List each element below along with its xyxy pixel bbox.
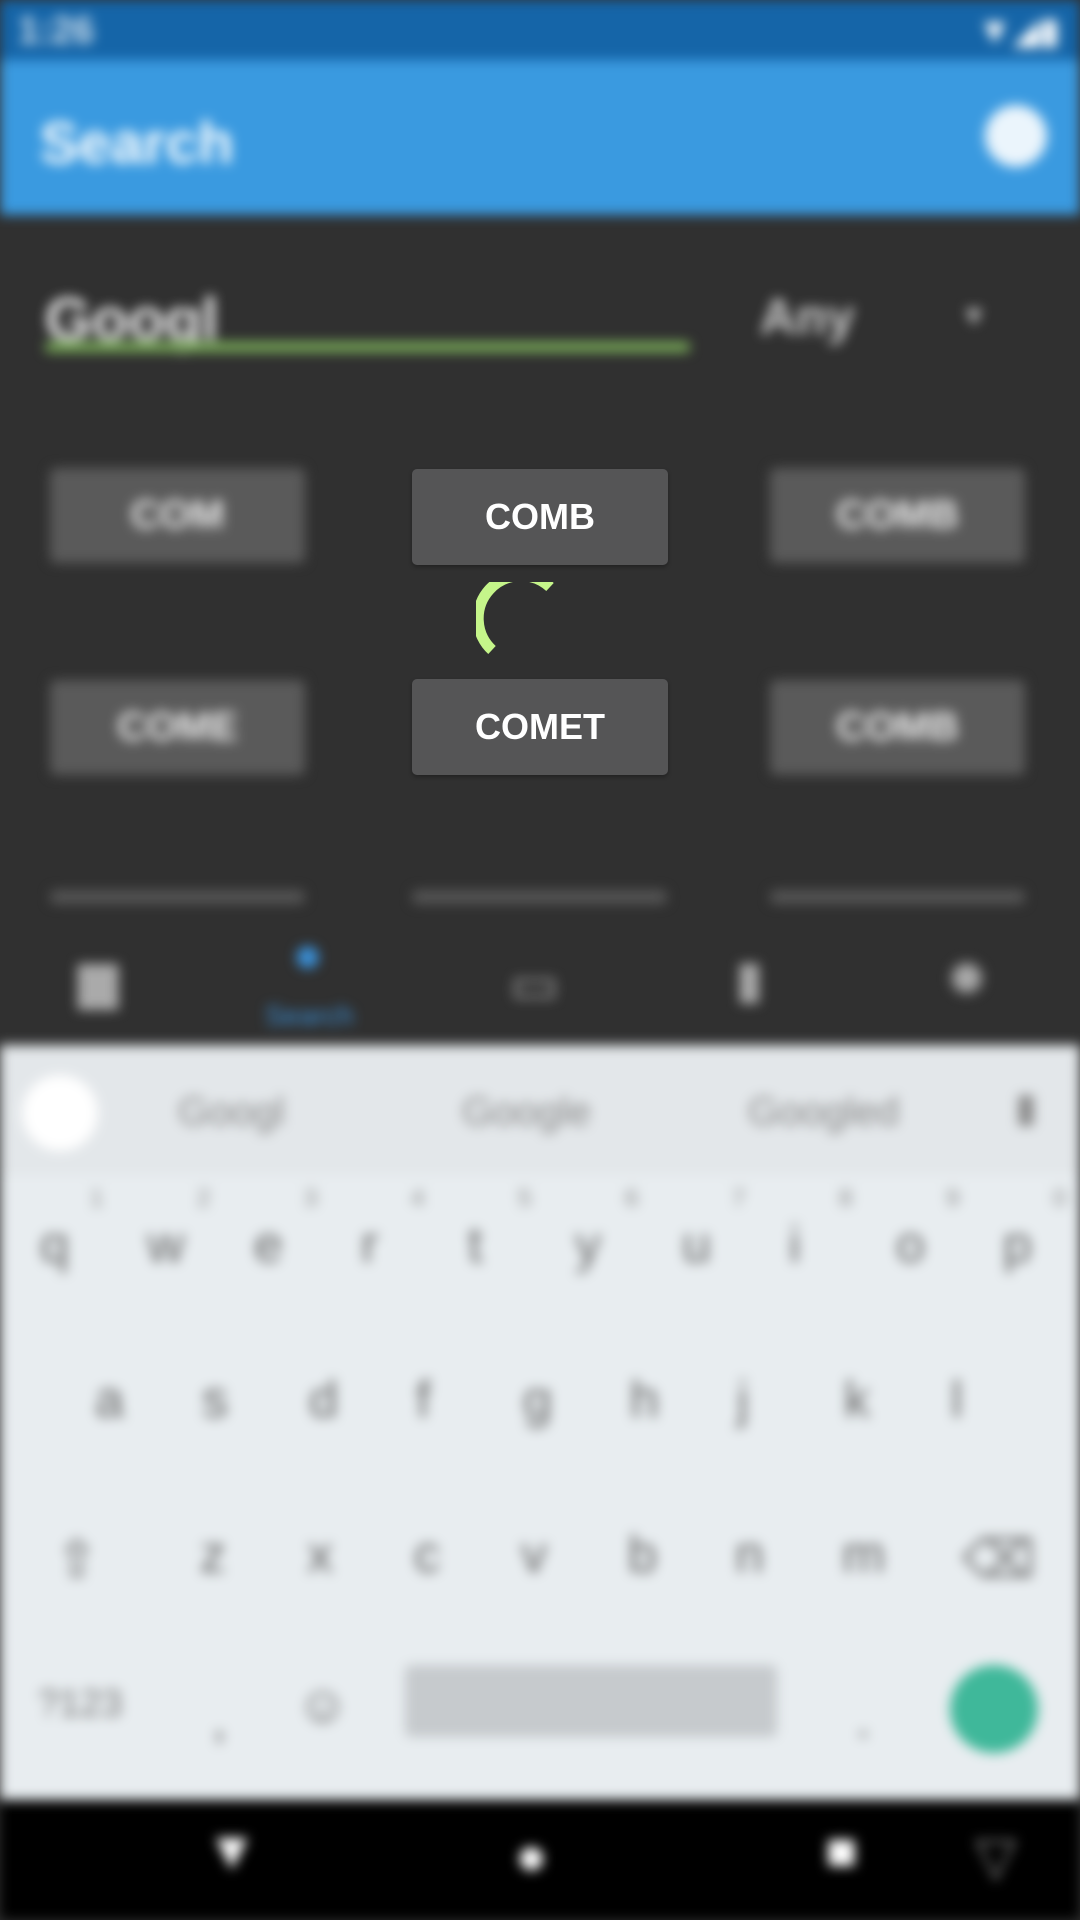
home-icon[interactable]: ● xyxy=(515,1825,548,1887)
status-icons: ▼◢▮ xyxy=(976,10,1060,51)
key-g[interactable]: g xyxy=(523,1370,552,1430)
suggestion-expand-icon[interactable] xyxy=(22,1075,98,1151)
key-hint: 9 xyxy=(946,1185,960,1212)
key-u[interactable]: u xyxy=(682,1215,711,1275)
nav-label-search: Search xyxy=(265,1000,354,1031)
loading-spinner xyxy=(476,582,554,655)
key-b[interactable]: b xyxy=(628,1525,657,1585)
key-o[interactable]: o xyxy=(896,1215,925,1275)
search-icon[interactable]: ● xyxy=(292,925,323,985)
comet-button[interactable]: COMET xyxy=(412,679,668,775)
key-a[interactable]: a xyxy=(95,1370,124,1430)
comma-key[interactable]: , xyxy=(212,1690,226,1750)
key-hint: 3 xyxy=(304,1185,318,1212)
key-d[interactable]: d xyxy=(309,1370,338,1430)
recents-icon[interactable]: ■ xyxy=(825,1820,858,1882)
divider xyxy=(770,890,1025,904)
back-icon[interactable]: ▼ xyxy=(205,1820,258,1882)
phone-icon[interactable]: ▮ xyxy=(735,950,764,1010)
key-hint: 1 xyxy=(90,1185,104,1212)
enter-button[interactable] xyxy=(950,1665,1038,1753)
suggestion-3[interactable]: Googled xyxy=(748,1090,899,1135)
divider xyxy=(50,890,305,904)
suggestion-2[interactable]: Google xyxy=(462,1090,591,1135)
key-e[interactable]: e xyxy=(254,1215,283,1275)
comb-button[interactable]: COMB xyxy=(412,469,668,565)
key-t[interactable]: t xyxy=(468,1215,482,1275)
key-hint: 0 xyxy=(1053,1185,1067,1212)
key-x[interactable]: x xyxy=(307,1525,333,1585)
key-v[interactable]: v xyxy=(521,1525,547,1585)
spinner-arc xyxy=(476,582,554,655)
key-c[interactable]: c xyxy=(414,1525,440,1585)
chevron-down-icon[interactable]: ▼ xyxy=(960,300,988,332)
key-r[interactable]: r xyxy=(361,1215,378,1275)
mic-icon[interactable]: ▮ xyxy=(1015,1085,1037,1131)
key-n[interactable]: n xyxy=(735,1525,764,1585)
key-h[interactable]: h xyxy=(630,1370,659,1430)
key-hint: 7 xyxy=(732,1185,746,1212)
key-q[interactable]: q xyxy=(40,1215,69,1275)
key-hint: 6 xyxy=(625,1185,639,1212)
result-button[interactable]: COMB xyxy=(770,468,1025,563)
key-w[interactable]: w xyxy=(147,1215,185,1275)
spacebar[interactable] xyxy=(405,1665,777,1737)
key-l[interactable]: l xyxy=(951,1370,963,1430)
divider xyxy=(412,890,667,904)
status-time: 1:26 xyxy=(18,10,95,52)
backspace-icon[interactable]: ⌫ xyxy=(962,1530,1036,1590)
result-button[interactable]: COME xyxy=(50,680,305,775)
key-y[interactable]: y xyxy=(575,1215,601,1275)
shift-icon[interactable]: ⇧ xyxy=(55,1530,99,1590)
result-button[interactable]: COM xyxy=(50,468,305,563)
clipboard-icon[interactable]: ▆ xyxy=(78,950,118,1010)
key-s[interactable]: s xyxy=(202,1370,228,1430)
key-j[interactable]: j xyxy=(737,1370,749,1430)
key-i[interactable]: i xyxy=(789,1215,801,1275)
search-input-underline xyxy=(45,342,690,352)
app-bar-title: Search xyxy=(40,111,234,176)
key-hint: 4 xyxy=(411,1185,425,1212)
key-p[interactable]: p xyxy=(1003,1215,1032,1275)
key-z[interactable]: z xyxy=(200,1525,226,1585)
key-hint: 2 xyxy=(197,1185,211,1212)
grid-icon[interactable]: ▭ xyxy=(510,955,559,1015)
status-bar xyxy=(0,0,1080,60)
key-f[interactable]: f xyxy=(416,1370,430,1430)
key-hint: 5 xyxy=(518,1185,532,1212)
symbols-key[interactable]: ?123 xyxy=(38,1683,123,1726)
suggestion-1[interactable]: Googl xyxy=(178,1090,285,1135)
word-type-select[interactable]: Any xyxy=(760,288,854,346)
key-hint: 8 xyxy=(839,1185,853,1212)
background-app: 1:26 ▼◢▮ Search Googl Any ▼ COM COMB COM… xyxy=(0,0,1080,1920)
help-icon[interactable] xyxy=(985,105,1047,167)
result-button[interactable]: COMB xyxy=(770,680,1025,775)
gear-icon[interactable]: ✹ xyxy=(945,950,989,1010)
key-m[interactable]: m xyxy=(842,1525,885,1585)
period-key[interactable]: . xyxy=(856,1690,870,1750)
emoji-icon[interactable]: ☺ xyxy=(296,1675,349,1735)
key-k[interactable]: k xyxy=(844,1370,870,1430)
keyboard-hide-icon[interactable]: ▽ xyxy=(975,1825,1017,1888)
